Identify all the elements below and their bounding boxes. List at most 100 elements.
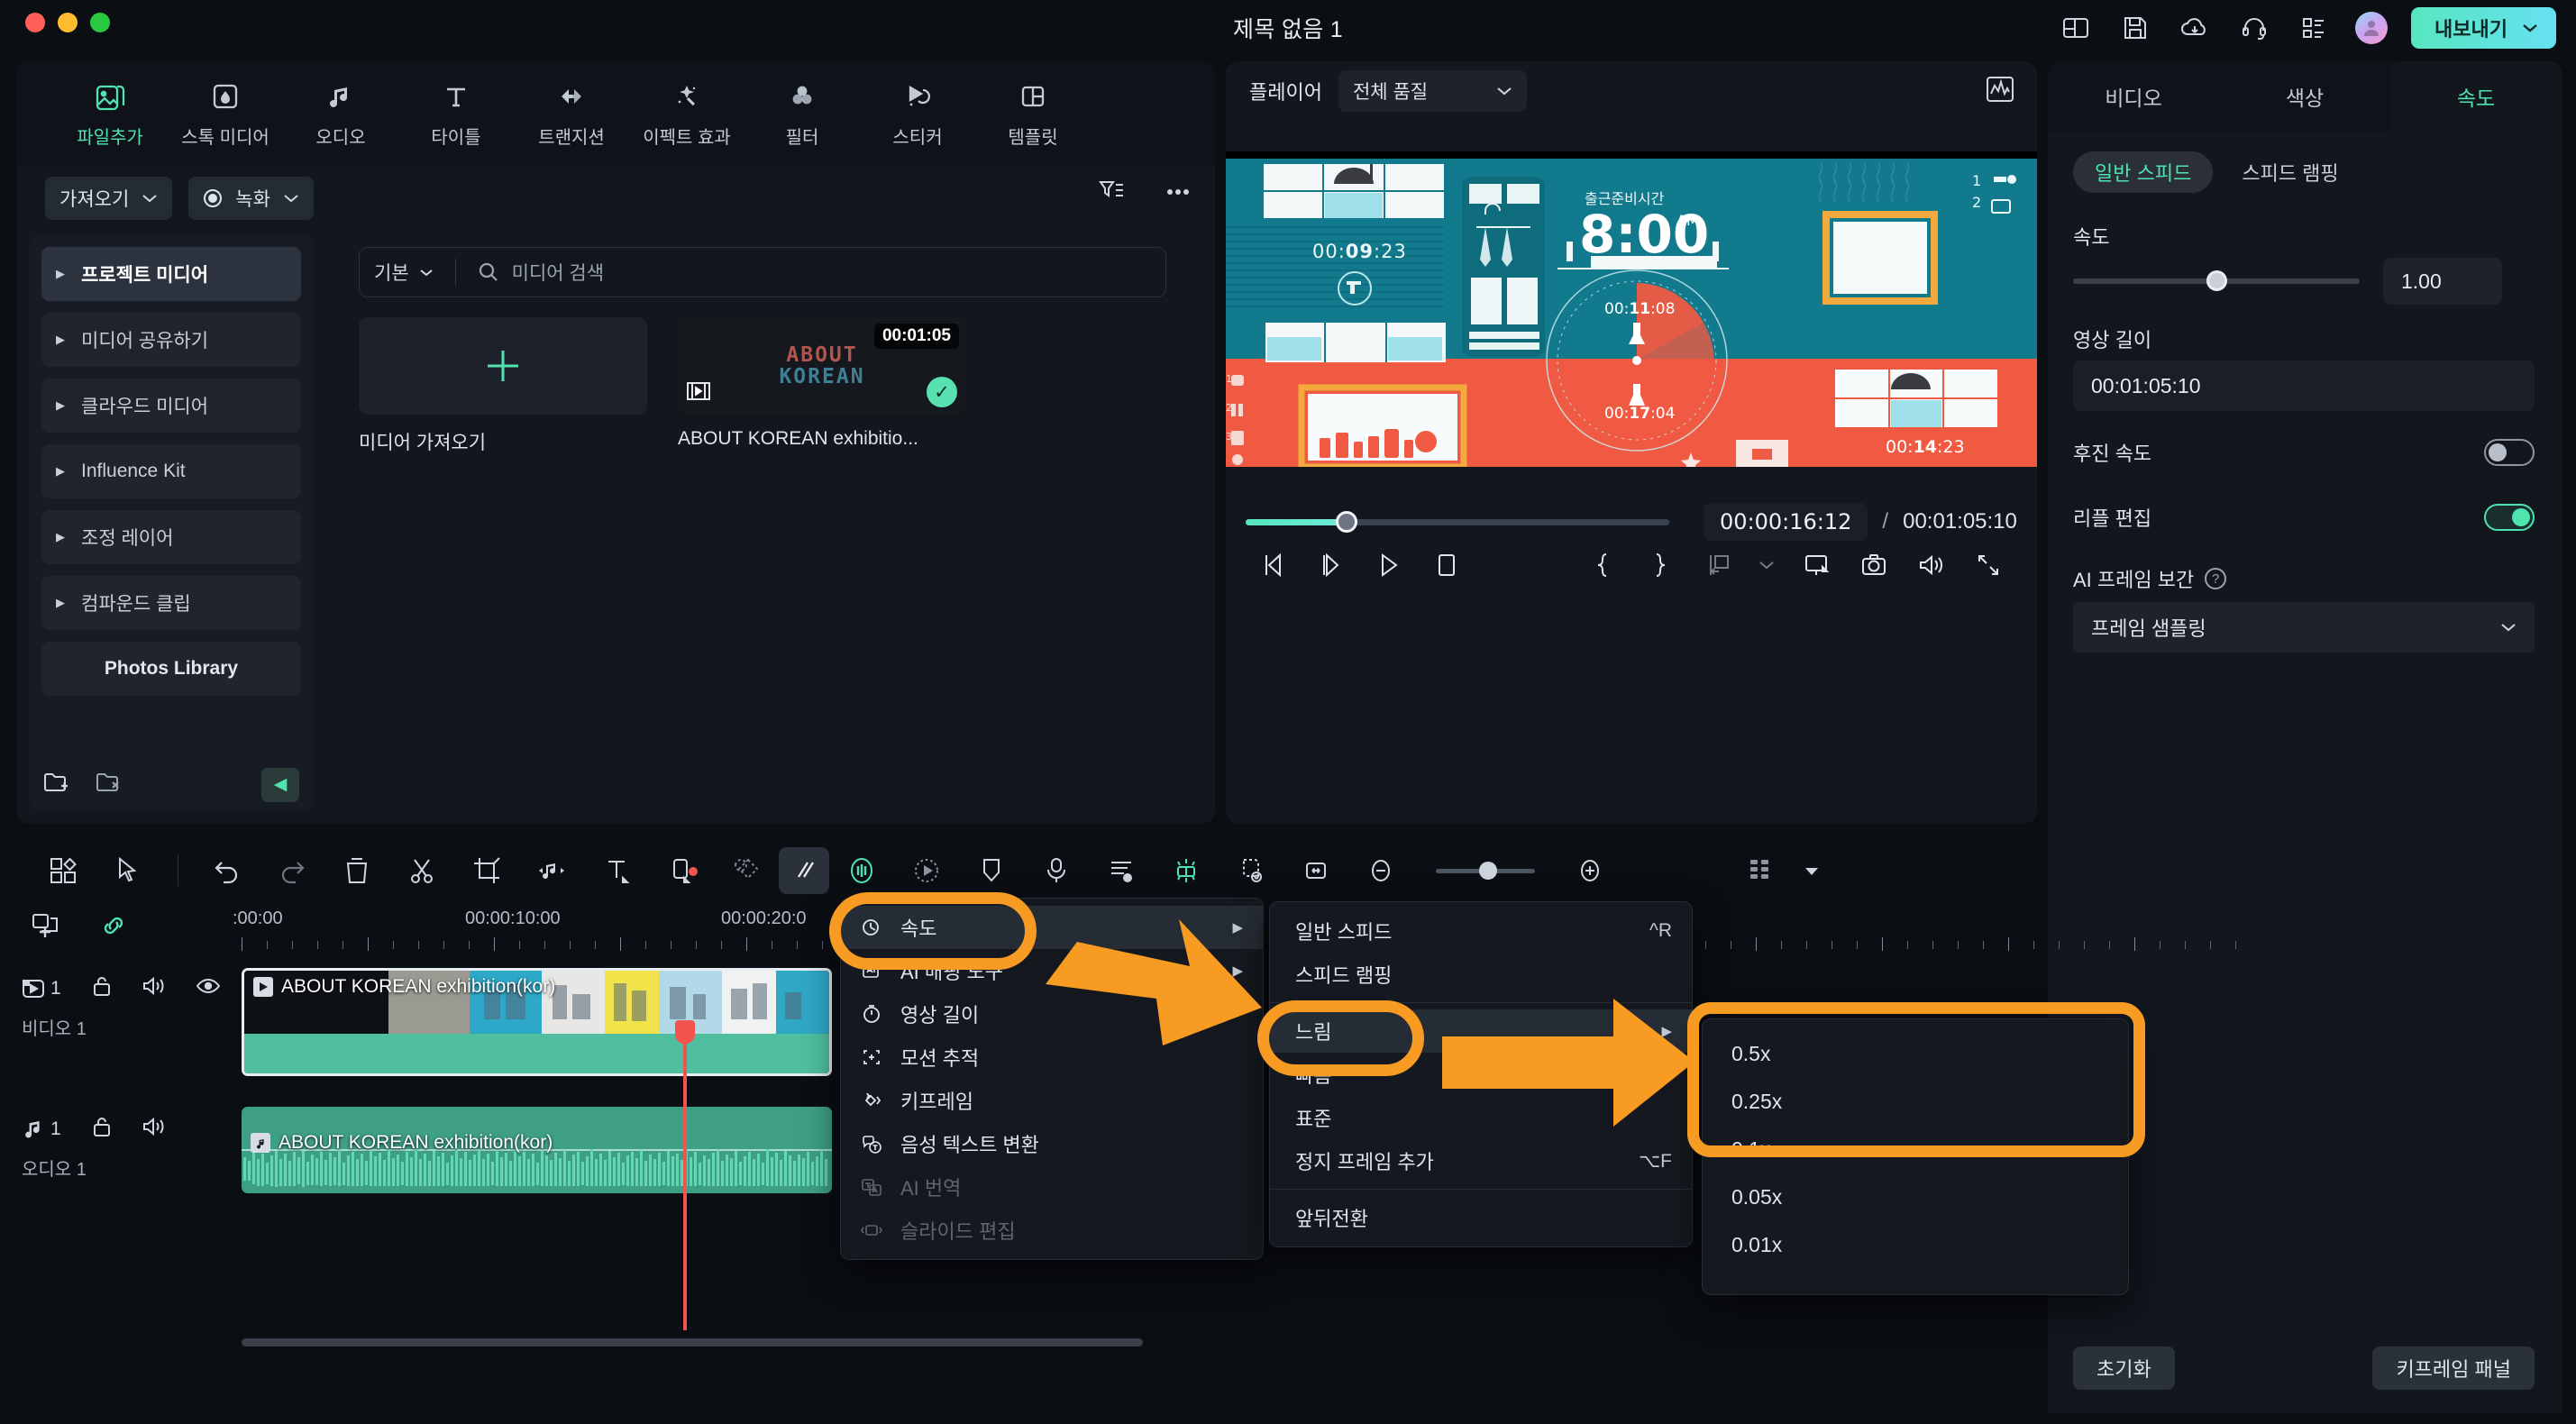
stop-button[interactable] [1418, 552, 1475, 579]
keyframe-panel-button[interactable]: 키프레임 패널 [2372, 1346, 2535, 1390]
menu-item-speech-to-text[interactable]: 음성 텍스트 변환 [841, 1122, 1263, 1165]
auto-enhance-button[interactable] [1154, 855, 1219, 886]
nav-item-sticker[interactable]: 스티커 [860, 78, 975, 149]
nav-item-audio[interactable]: 오디오 [283, 78, 398, 149]
select-tool-button[interactable] [96, 856, 160, 885]
grid-view-button[interactable] [1729, 857, 1794, 884]
mask-button[interactable] [649, 856, 714, 885]
speed-slider-handle[interactable] [2206, 270, 2227, 291]
fullscreen-button[interactable] [1959, 552, 2017, 578]
slow-speed-option-0-01x[interactable]: 0.01x [1703, 1221, 2128, 1269]
timeline-clip-audio[interactable]: ABOUT KOREAN exhibition(kor) [242, 1107, 832, 1193]
grid-apps-icon[interactable] [2296, 10, 2332, 46]
current-time[interactable]: 00:00:16:12 [1704, 503, 1868, 541]
ripple-edit-toggle[interactable] [2484, 504, 2535, 531]
add-text-button[interactable] [584, 856, 649, 885]
zoom-out-button[interactable] [1348, 856, 1413, 885]
submenu-item-freeze-frame[interactable]: 정지 프레임 추가 ⌥F [1270, 1139, 1692, 1182]
seek-slider[interactable] [1246, 510, 1669, 533]
zoom-slider[interactable] [1413, 861, 1557, 880]
sidebar-item-compound-clip[interactable]: ▶ 컴파운드 클립 [41, 576, 301, 630]
headset-icon[interactable] [2236, 10, 2272, 46]
segment-speed-ramping[interactable]: 스피드 램핑 [2220, 151, 2360, 193]
link-icon[interactable] [99, 912, 128, 944]
export-button[interactable]: 내보내기 [2411, 7, 2556, 49]
import-media-tile[interactable]: 미디어 가져오기 [359, 317, 647, 455]
collapse-panel-icon[interactable]: ◀ [261, 767, 299, 802]
cloud-download-icon[interactable] [2177, 10, 2213, 46]
help-icon[interactable]: ? [2205, 568, 2227, 589]
mute-icon[interactable] [142, 975, 166, 1002]
media-thumbnail[interactable]: ABOUT KOREAN 00:01:05 ✓ [678, 317, 966, 415]
tab-color[interactable]: 색상 [2219, 61, 2390, 132]
more-dots-icon[interactable] [1165, 185, 1192, 201]
panels-button[interactable] [31, 856, 96, 885]
insert-button[interactable] [1689, 552, 1747, 579]
volume-button[interactable] [1903, 552, 1960, 578]
fit-timeline-button[interactable] [1283, 858, 1348, 883]
chroma-key-button[interactable] [714, 856, 779, 885]
timeline-clip-video[interactable]: ABOUT KOREAN exhibition(kor) [242, 968, 832, 1076]
add-track-icon[interactable] [31, 912, 59, 944]
mark-in-button[interactable] [1574, 552, 1631, 579]
submenu-item-speed-ramping[interactable]: 스피드 램핑 [1270, 953, 1692, 996]
ai-frame-select[interactable]: 프레임 샘플링 [2073, 602, 2535, 653]
quality-dropdown[interactable]: 전체 품질 [1338, 70, 1528, 112]
speed-button[interactable] [779, 847, 829, 894]
nav-item-add-file[interactable]: 파일추가 [52, 78, 168, 149]
split-button[interactable] [389, 856, 454, 885]
display-mode-button[interactable] [1787, 552, 1845, 579]
tab-video[interactable]: 비디오 [2048, 61, 2219, 132]
menu-item-keyframe[interactable]: 키프레임 [841, 1079, 1263, 1122]
record-dropdown[interactable]: 녹화 [188, 177, 314, 220]
waveform-scope-icon[interactable] [1985, 74, 2015, 109]
segment-uniform-speed[interactable]: 일반 스피드 [2073, 151, 2214, 193]
seek-handle[interactable] [1336, 510, 1357, 533]
menu-item-motion-tracking[interactable]: 모션 추적 [841, 1036, 1263, 1079]
mark-out-button[interactable] [1631, 552, 1689, 579]
media-category-dropdown[interactable]: 기본 [374, 259, 434, 286]
marker-button[interactable] [959, 856, 1024, 885]
reset-button[interactable]: 초기화 [2073, 1346, 2175, 1390]
avatar[interactable] [2355, 12, 2389, 44]
sidebar-item-cloud-media[interactable]: ▶ 클라우드 미디어 [41, 379, 301, 433]
voiceover-button[interactable] [1024, 856, 1089, 885]
timeline-hscrollbar[interactable] [242, 1338, 1143, 1346]
sidebar-item-share-media[interactable]: ▶ 미디어 공유하기 [41, 313, 301, 367]
import-dropdown[interactable]: 가져오기 [45, 177, 173, 220]
submenu-item-reverse[interactable]: 앞뒤전환 [1270, 1196, 1692, 1239]
nav-item-filter[interactable]: 필터 [744, 78, 860, 149]
next-frame-button[interactable] [1303, 552, 1361, 579]
tab-speed[interactable]: 속도 [2390, 61, 2562, 132]
undo-button[interactable] [195, 857, 260, 884]
add-media-box[interactable] [359, 317, 647, 415]
new-folder-icon[interactable] [43, 771, 70, 799]
delete-button[interactable] [324, 856, 389, 885]
speed-slider[interactable] [2073, 270, 2360, 291]
duration-input[interactable]: 00:01:05:10 [2073, 361, 2535, 411]
filter-sort-icon[interactable] [1098, 178, 1125, 206]
speed-value-input[interactable]: 1.00 [2383, 258, 2502, 305]
video-preview-stage[interactable]: 00:09:23 출근준비시간 8:00 AM 00:11:08 00:17:0… [1226, 151, 2037, 467]
mute-icon[interactable] [142, 1116, 166, 1143]
playhead[interactable] [675, 1020, 695, 1330]
menu-item-duration[interactable]: 영상 길이 [841, 992, 1263, 1036]
insert-dropdown[interactable] [1746, 560, 1787, 571]
layout-icon[interactable] [2058, 10, 2094, 46]
sidebar-item-adjustment-layer[interactable]: ▶ 조정 레이어 [41, 510, 301, 564]
sidebar-item-project-media[interactable]: ▶ 프로젝트 미디어 [41, 247, 301, 301]
ai-smart-button[interactable] [829, 855, 894, 886]
audio-mixer-button[interactable] [1089, 856, 1154, 885]
submenu-item-standard[interactable]: 표준 [1270, 1096, 1692, 1139]
render-preview-button[interactable] [1219, 856, 1283, 885]
sidebar-item-influence-kit[interactable]: ▶ Influence Kit [41, 444, 301, 498]
slow-speed-option-0-05x[interactable]: 0.05x [1703, 1173, 2128, 1221]
motion-button[interactable] [894, 856, 959, 885]
reverse-speed-toggle[interactable] [2484, 439, 2535, 466]
delete-folder-icon[interactable] [96, 771, 123, 799]
nav-item-stock-media[interactable]: 스톡 미디어 [168, 78, 283, 149]
media-item-tile[interactable]: ABOUT KOREAN 00:01:05 ✓ ABOUT KOREAN exh… [678, 317, 966, 455]
redo-button[interactable] [260, 857, 324, 884]
playhead-handle[interactable] [675, 1020, 695, 1044]
nav-item-effects[interactable]: 이펙트 효과 [629, 78, 744, 149]
